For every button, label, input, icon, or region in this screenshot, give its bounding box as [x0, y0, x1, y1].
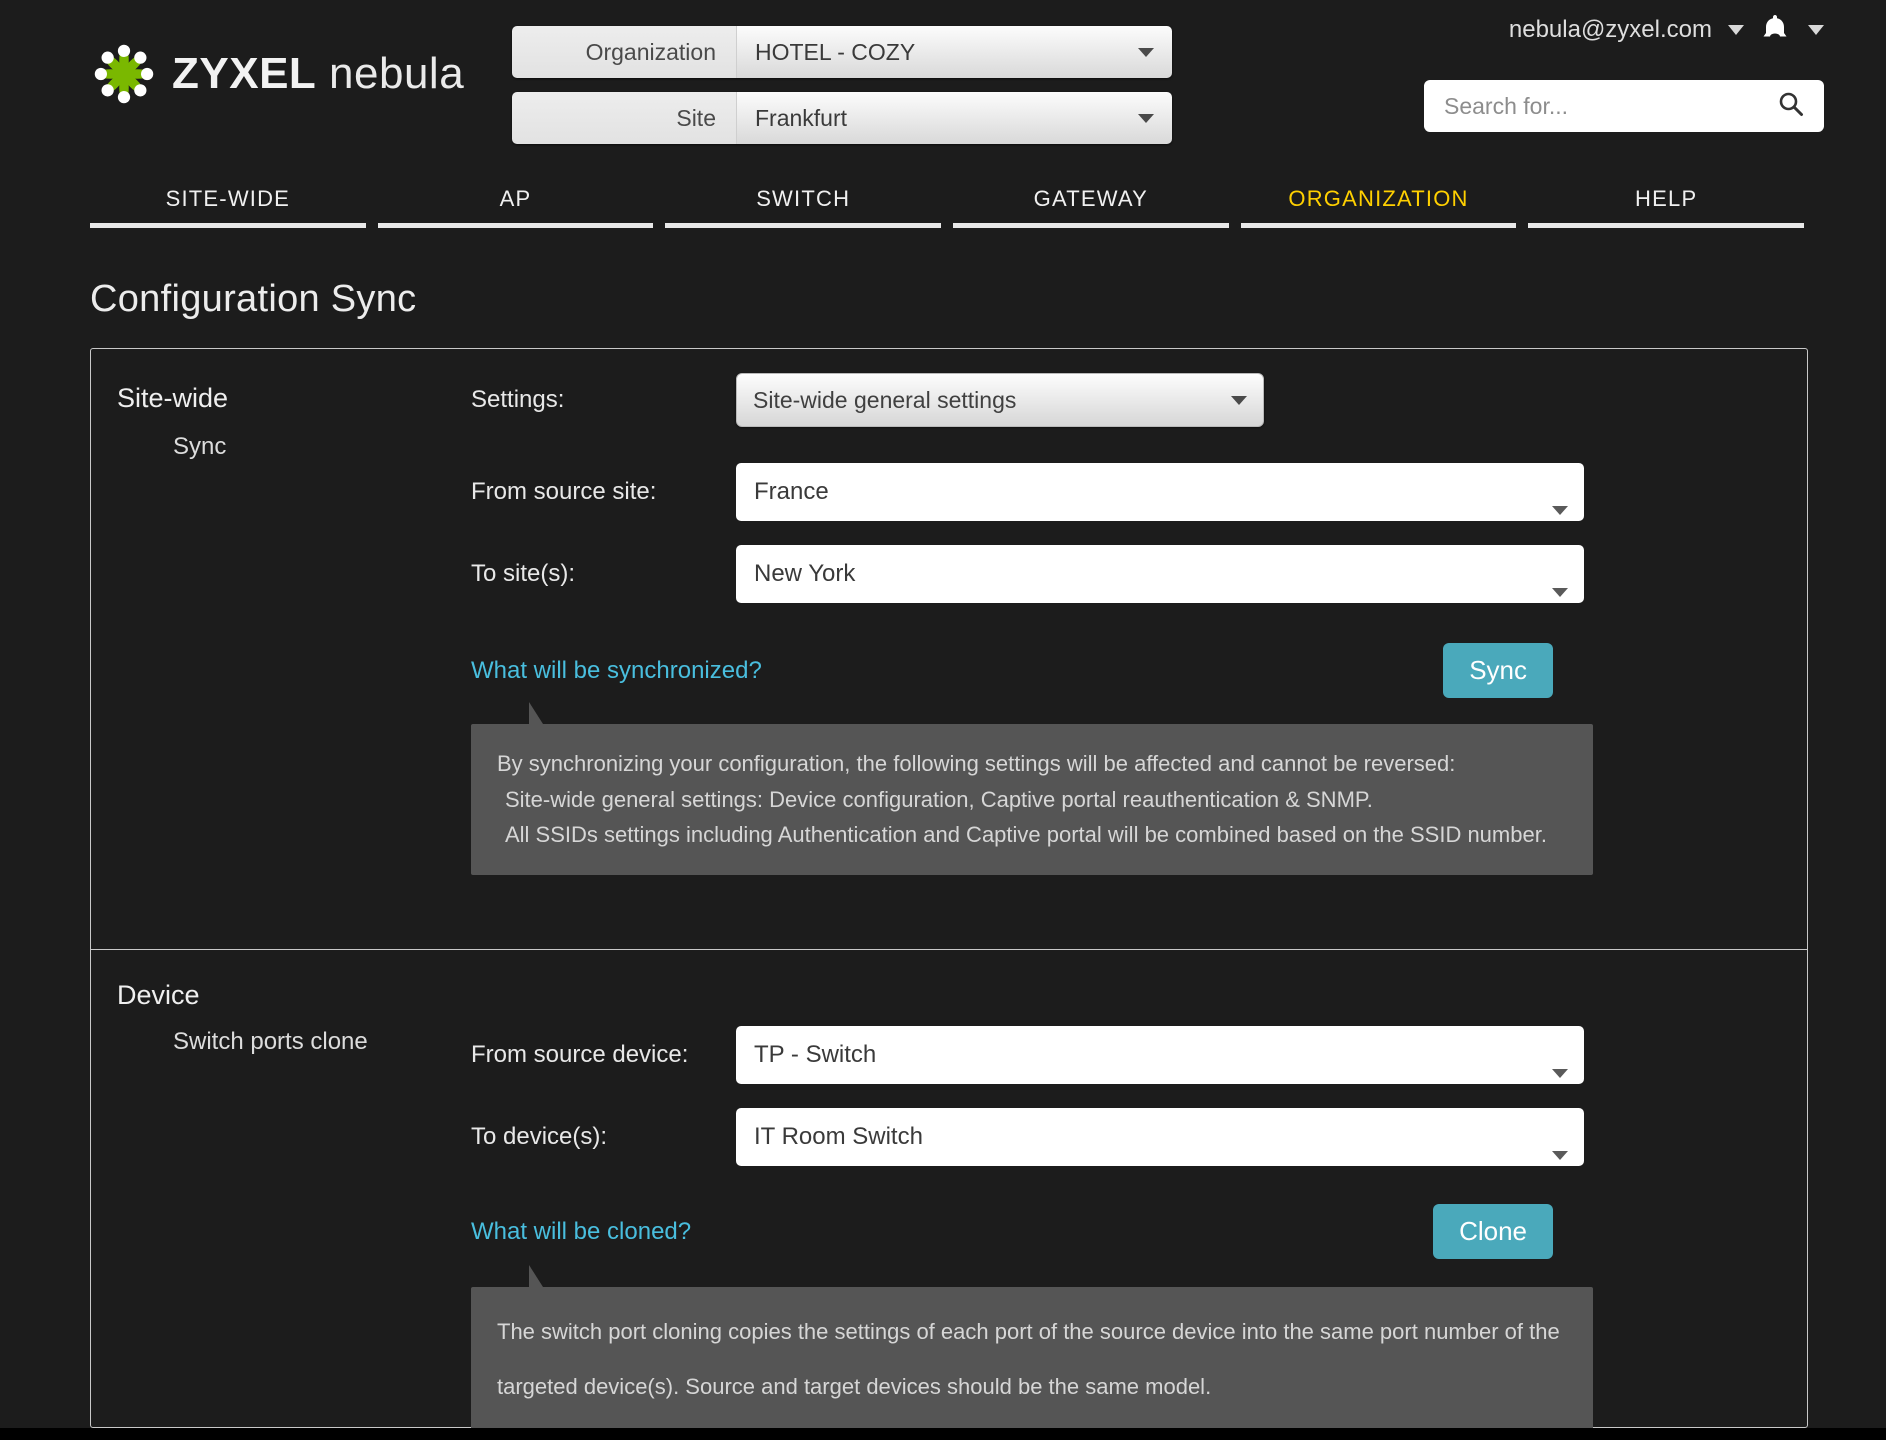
nav-item-switch[interactable]: SWITCH: [659, 186, 947, 228]
chevron-down-icon: [1138, 113, 1154, 123]
what-will-be-cloned-link[interactable]: What will be cloned?: [471, 1218, 691, 1246]
main-nav: SITE-WIDE AP SWITCH GATEWAY ORGANIZATION…: [84, 186, 1810, 228]
sync-button[interactable]: Sync: [1443, 643, 1553, 698]
from-source-site-value: France: [754, 478, 829, 505]
clone-info-tooltip: The switch port cloning copies the setti…: [471, 1265, 1593, 1432]
brand-wordmark: ZYXEL nebula: [172, 52, 464, 96]
configuration-sync-panel: Site-wide Sync Settings: Site-wide gener…: [90, 348, 1808, 1432]
from-source-site-label: From source site:: [471, 478, 657, 505]
site-wide-heading: Site-wide: [117, 383, 229, 413]
tooltip-line: The switch port cloning copies the setti…: [497, 1319, 1560, 1344]
nav-label: SWITCH: [756, 186, 851, 211]
tooltip-pointer-icon: [529, 1265, 543, 1287]
tooltip-pointer-icon: [529, 702, 543, 724]
to-sites-select[interactable]: New York: [736, 545, 1584, 603]
from-source-site-select[interactable]: France: [736, 463, 1584, 521]
tooltip-line: By synchronizing your configuration, the…: [497, 751, 1456, 776]
chevron-down-icon: [1138, 47, 1154, 57]
search-icon[interactable]: [1778, 91, 1804, 122]
clone-action-row: What will be cloned? Clone: [471, 1204, 1553, 1259]
site-value[interactable]: Frankfurt: [737, 92, 1172, 144]
tooltip-line: targeted device(s). Source and target de…: [497, 1374, 1212, 1400]
clone-button[interactable]: Clone: [1433, 1204, 1553, 1259]
device-form: From source device: TP - Switch To devic…: [471, 1026, 1771, 1432]
nav-item-organization[interactable]: ORGANIZATION: [1235, 186, 1523, 228]
organization-selector[interactable]: Organization HOTEL - COZY: [512, 26, 1172, 78]
tooltip-line: All SSIDs settings including Authenticat…: [505, 822, 1547, 848]
zyxel-flower-logo-icon: [90, 40, 158, 108]
from-source-device-label: From source device:: [471, 1041, 689, 1068]
from-source-device-value: TP - Switch: [754, 1041, 877, 1068]
site-wide-subheading: Sync: [173, 433, 227, 460]
sync-action-row: What will be synchronized? Sync: [471, 643, 1553, 698]
nav-item-ap[interactable]: AP: [372, 186, 660, 228]
app-root: ZYXEL nebula Organization HOTEL - COZY S…: [0, 0, 1886, 1440]
page-title: Configuration Sync: [90, 278, 417, 320]
site-label: Site: [512, 92, 737, 144]
organization-value[interactable]: HOTEL - COZY: [737, 26, 1172, 78]
nav-item-site-wide[interactable]: SITE-WIDE: [84, 186, 372, 228]
notification-chevron-down-icon[interactable]: [1808, 25, 1824, 35]
brand-zyxel: ZYXEL: [172, 49, 317, 98]
app-header: ZYXEL nebula Organization HOTEL - COZY S…: [0, 0, 1886, 178]
settings-select[interactable]: Site-wide general settings: [736, 373, 1264, 427]
settings-select-value: Site-wide general settings: [753, 386, 1017, 413]
account-area: nebula@zyxel.com: [1509, 12, 1824, 48]
chevron-down-icon: [1552, 506, 1568, 515]
device-section: Device Switch ports clone From source de…: [91, 949, 1807, 1432]
from-source-site-row: From source site: France: [471, 463, 1771, 521]
site-value-text: Frankfurt: [755, 104, 848, 131]
organization-value-text: HOTEL - COZY: [755, 38, 916, 65]
nav-item-gateway[interactable]: GATEWAY: [947, 186, 1235, 228]
brand-logo[interactable]: ZYXEL nebula: [90, 40, 464, 108]
nav-item-help[interactable]: HELP: [1522, 186, 1810, 228]
to-sites-row: To site(s): New York: [471, 545, 1771, 603]
nav-label: AP: [499, 186, 532, 211]
org-site-selectors: Organization HOTEL - COZY Site Frankfurt: [512, 26, 1172, 158]
what-will-be-synchronized-link[interactable]: What will be synchronized?: [471, 657, 762, 685]
device-heading: Device: [117, 980, 200, 1010]
sync-info-tooltip: By synchronizing your configuration, the…: [471, 702, 1593, 875]
search-input[interactable]: [1444, 92, 1744, 120]
device-subheading: Switch ports clone: [173, 1028, 368, 1055]
to-devices-select[interactable]: IT Room Switch: [736, 1108, 1584, 1166]
tooltip-line: Site-wide general settings: Device confi…: [505, 786, 1373, 812]
chevron-down-icon: [1552, 1069, 1568, 1078]
chevron-down-icon: [1231, 395, 1247, 405]
search-box[interactable]: [1424, 80, 1824, 132]
chevron-down-icon: [1552, 588, 1568, 597]
nav-label: SITE-WIDE: [165, 186, 291, 211]
nav-label: ORGANIZATION: [1288, 186, 1469, 211]
nav-label: GATEWAY: [1033, 186, 1149, 211]
site-wide-form: Settings: Site-wide general settings Fro…: [471, 373, 1771, 875]
from-source-device-select[interactable]: TP - Switch: [736, 1026, 1584, 1084]
to-devices-label: To device(s):: [471, 1123, 608, 1150]
account-chevron-down-icon[interactable]: [1728, 25, 1744, 35]
site-selector[interactable]: Site Frankfurt: [512, 92, 1172, 144]
settings-row: Settings: Site-wide general settings: [471, 373, 1771, 427]
to-devices-row: To device(s): IT Room Switch: [471, 1108, 1771, 1166]
from-source-device-row: From source device: TP - Switch: [471, 1026, 1771, 1084]
bottom-strip: [0, 1428, 1886, 1440]
nav-label: HELP: [1635, 186, 1698, 211]
to-devices-value: IT Room Switch: [754, 1123, 923, 1150]
chevron-down-icon: [1552, 1151, 1568, 1160]
organization-label: Organization: [512, 26, 737, 78]
settings-label: Settings:: [471, 386, 565, 413]
to-sites-label: To site(s):: [471, 560, 576, 587]
to-sites-value: New York: [754, 560, 856, 587]
brand-nebula: nebula: [329, 49, 465, 98]
site-wide-section: Site-wide Sync Settings: Site-wide gener…: [91, 349, 1807, 949]
notification-bell-icon[interactable]: [1758, 12, 1792, 48]
account-email[interactable]: nebula@zyxel.com: [1509, 16, 1712, 44]
